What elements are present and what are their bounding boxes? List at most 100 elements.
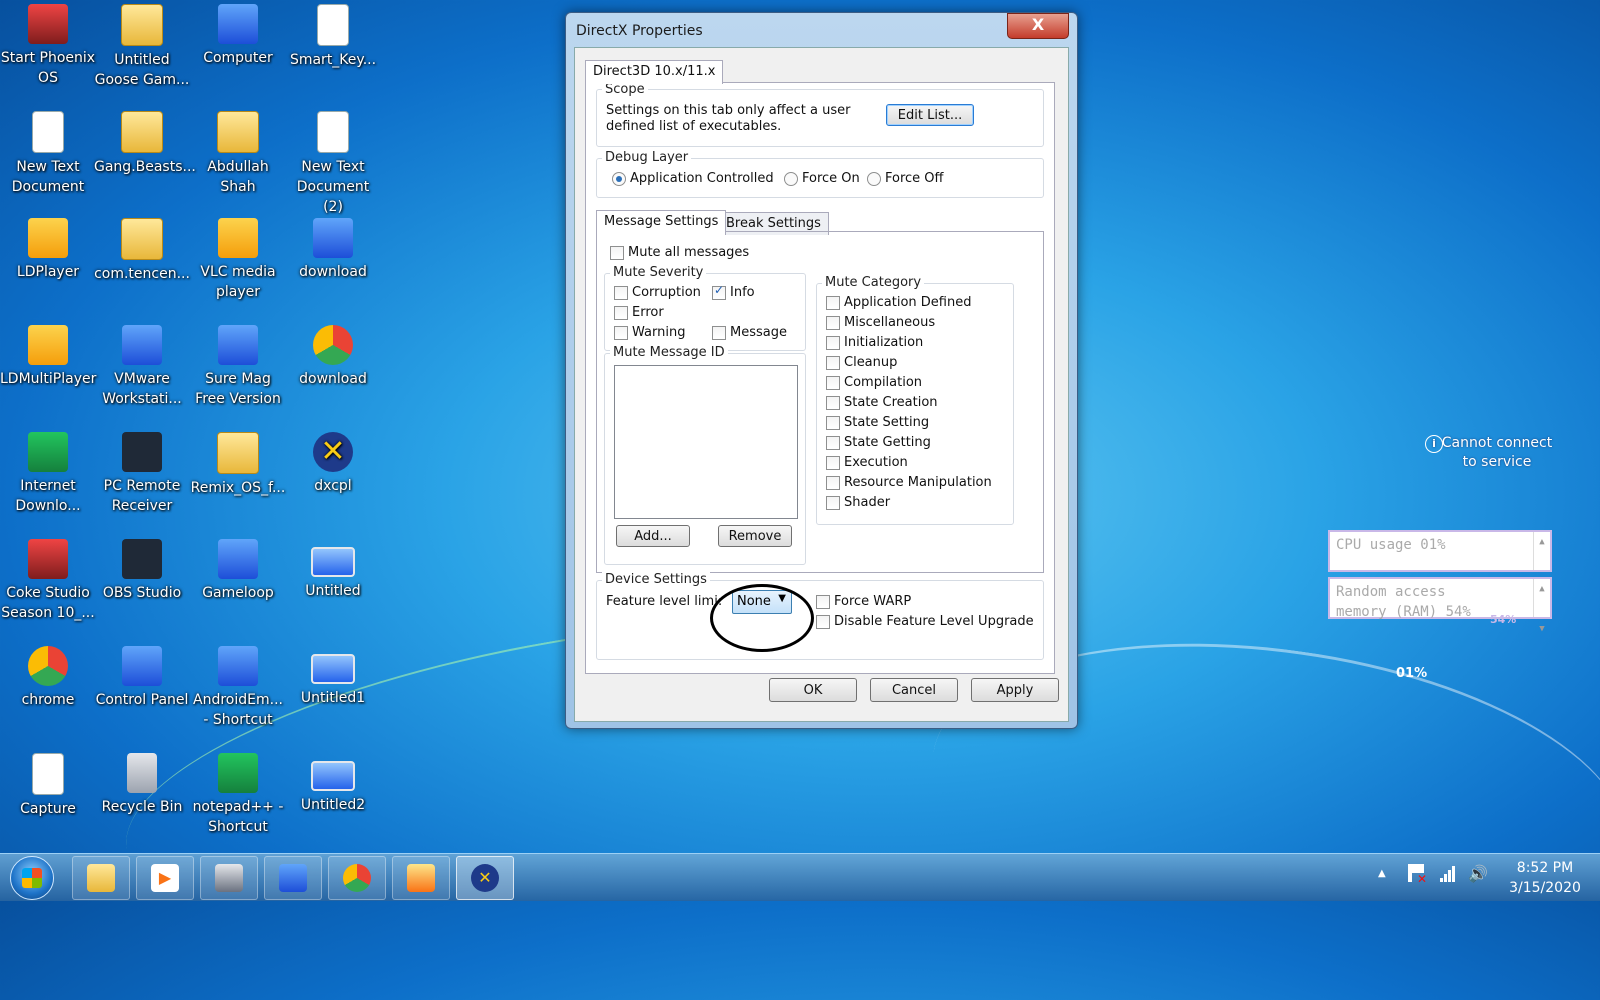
desktop-icon[interactable]: Control Panel bbox=[94, 642, 190, 710]
desktop-icon[interactable]: Remix_OS_f... bbox=[190, 428, 286, 498]
ok-button[interactable]: OK bbox=[769, 678, 857, 702]
severity-checkbox[interactable] bbox=[712, 283, 726, 300]
scope-text-1: Settings on this tab only affect a user bbox=[606, 103, 851, 118]
force-warp-checkbox[interactable] bbox=[816, 595, 830, 609]
desktop-icon[interactable]: download bbox=[285, 321, 381, 389]
network-signal-icon[interactable] bbox=[1440, 866, 1458, 882]
desktop-icon-label: Abdullah Shah bbox=[207, 159, 269, 195]
desktop-icon[interactable]: LDMultiPlayer bbox=[0, 321, 96, 389]
debug-layer-option-label: Force Off bbox=[885, 171, 944, 186]
info-icon: i bbox=[1425, 435, 1443, 453]
close-button[interactable]: X bbox=[1007, 13, 1069, 39]
mute-all-checkbox[interactable] bbox=[610, 246, 624, 260]
meter-scrollbar[interactable]: ▲▼ bbox=[1533, 532, 1550, 587]
desktop-icon[interactable]: chrome bbox=[0, 642, 96, 710]
category-checkbox[interactable] bbox=[826, 456, 840, 470]
cancel-button[interactable]: Cancel bbox=[870, 678, 958, 702]
severity-checkbox[interactable] bbox=[712, 326, 726, 340]
desktop-icon-label: com.tencen... bbox=[94, 266, 190, 282]
desktop-icon[interactable]: New Text Document bbox=[0, 107, 96, 197]
desktop-icon-label: download bbox=[299, 371, 367, 387]
taskbar-button[interactable] bbox=[200, 856, 258, 900]
action-center-flag-icon[interactable]: ✕ bbox=[1408, 864, 1427, 886]
desktop-icon[interactable]: notepad++ - Shortcut bbox=[190, 749, 286, 837]
desktop-icon-label: chrome bbox=[21, 692, 75, 708]
desktop-icon[interactable]: LDPlayer bbox=[0, 214, 96, 282]
taskbar-button[interactable] bbox=[328, 856, 386, 900]
category-checkbox[interactable] bbox=[826, 356, 840, 370]
apply-button[interactable]: Apply bbox=[971, 678, 1059, 702]
desktop-icon-label: AndroidEm... - Shortcut bbox=[193, 692, 283, 728]
desktop-icon[interactable]: Gameloop bbox=[190, 535, 286, 603]
volume-icon[interactable]: 🔊 bbox=[1468, 864, 1488, 883]
taskbar-button[interactable] bbox=[264, 856, 322, 900]
desktop-icon[interactable]: Recycle Bin bbox=[94, 749, 190, 817]
desktop-icon-label: Untitled Goose Gam... bbox=[94, 52, 190, 88]
desktop-icon[interactable]: PC Remote Receiver bbox=[94, 428, 190, 516]
desktop-icon[interactable]: Capture bbox=[0, 749, 96, 819]
vlc-icon bbox=[218, 218, 258, 258]
category-checkbox[interactable] bbox=[826, 436, 840, 450]
severity-label: Message bbox=[730, 325, 787, 340]
desktop-icon[interactable]: Internet Downlo... bbox=[0, 428, 96, 516]
desktop-icon[interactable]: AndroidEm... - Shortcut bbox=[190, 642, 286, 730]
start-button[interactable] bbox=[10, 856, 54, 900]
desktop-icon[interactable]: Untitled bbox=[285, 535, 381, 601]
meter-scrollbar[interactable]: ▲▼ bbox=[1533, 579, 1550, 634]
severity-checkbox[interactable] bbox=[614, 326, 628, 340]
mute-severity-legend: Mute Severity bbox=[610, 265, 707, 280]
category-checkbox[interactable] bbox=[826, 336, 840, 350]
feature-level-label: Feature level limi: bbox=[606, 594, 723, 609]
taskbar-button[interactable] bbox=[72, 856, 130, 900]
add-button[interactable]: Add... bbox=[616, 525, 690, 547]
desktop-icon-label: Untitled1 bbox=[300, 690, 366, 706]
category-checkbox[interactable] bbox=[826, 496, 840, 510]
disable-upgrade-label: Disable Feature Level Upgrade bbox=[834, 614, 1034, 629]
taskbar-button[interactable]: ▶ bbox=[136, 856, 194, 900]
desktop-icon[interactable]: Sure Mag Free Version bbox=[190, 321, 286, 409]
category-checkbox[interactable] bbox=[826, 316, 840, 330]
desktop-icon[interactable]: Computer bbox=[190, 0, 286, 68]
desktop-icon[interactable]: download bbox=[285, 214, 381, 282]
desktop-icon[interactable]: New Text Document (2) bbox=[285, 107, 381, 217]
category-label: Compilation bbox=[844, 375, 923, 390]
show-hidden-icons-button[interactable]: ▲ bbox=[1378, 868, 1386, 879]
desktop-icon[interactable]: VLC media player bbox=[190, 214, 286, 302]
desktop-icon[interactable]: ✕ dxcpl bbox=[285, 428, 381, 496]
tab-direct3d[interactable]: Direct3D 10.x/11.x bbox=[585, 60, 724, 84]
clock[interactable]: 8:52 PM 3/15/2020 bbox=[1500, 858, 1590, 898]
desktop-icon[interactable]: Untitled1 bbox=[285, 642, 381, 708]
desktop-icon[interactable]: Coke Studio Season 10_... bbox=[0, 535, 96, 623]
taskbar-button[interactable] bbox=[392, 856, 450, 900]
disable-upgrade-checkbox[interactable] bbox=[816, 615, 830, 629]
severity-checkbox[interactable] bbox=[614, 286, 628, 300]
category-checkbox[interactable] bbox=[826, 416, 840, 430]
desktop-icon[interactable]: Untitled Goose Gam... bbox=[94, 0, 190, 90]
debug-layer-radio[interactable] bbox=[867, 172, 881, 186]
control-panel-icon bbox=[122, 646, 162, 686]
edit-list-button[interactable]: Edit List... bbox=[886, 104, 974, 126]
desktop-icon[interactable]: VMware Workstati... bbox=[94, 321, 190, 409]
desktop-icon[interactable]: Abdullah Shah bbox=[190, 107, 286, 197]
category-checkbox[interactable] bbox=[826, 396, 840, 410]
tab-message-settings[interactable]: Message Settings bbox=[596, 210, 727, 235]
category-checkbox[interactable] bbox=[826, 476, 840, 490]
desktop-icon[interactable]: OBS Studio bbox=[94, 535, 190, 603]
debug-layer-radio[interactable] bbox=[784, 172, 798, 186]
severity-checkbox[interactable] bbox=[614, 306, 628, 320]
remove-button[interactable]: Remove bbox=[718, 525, 792, 547]
document-icon bbox=[317, 4, 349, 46]
category-checkbox[interactable] bbox=[826, 376, 840, 390]
debug-layer-radio[interactable] bbox=[612, 172, 626, 186]
image-icon bbox=[311, 547, 355, 577]
desktop-icon[interactable]: Gang.Beasts... bbox=[94, 107, 196, 177]
category-checkbox[interactable] bbox=[826, 296, 840, 310]
desktop-icon[interactable]: Start Phoenix OS bbox=[0, 0, 96, 88]
taskbar-button[interactable]: ✕ bbox=[456, 856, 514, 900]
ram-percent-overlay: 54% bbox=[1490, 613, 1517, 626]
desktop-icon[interactable]: Untitled2 bbox=[285, 749, 381, 815]
desktop-icon[interactable]: Smart_Key... bbox=[285, 0, 381, 70]
desktop-icon[interactable]: com.tencen... bbox=[94, 214, 190, 284]
message-id-list[interactable] bbox=[614, 365, 798, 519]
dialog-body: Direct3D 10.x/11.x Scope Settings on thi… bbox=[574, 47, 1069, 722]
